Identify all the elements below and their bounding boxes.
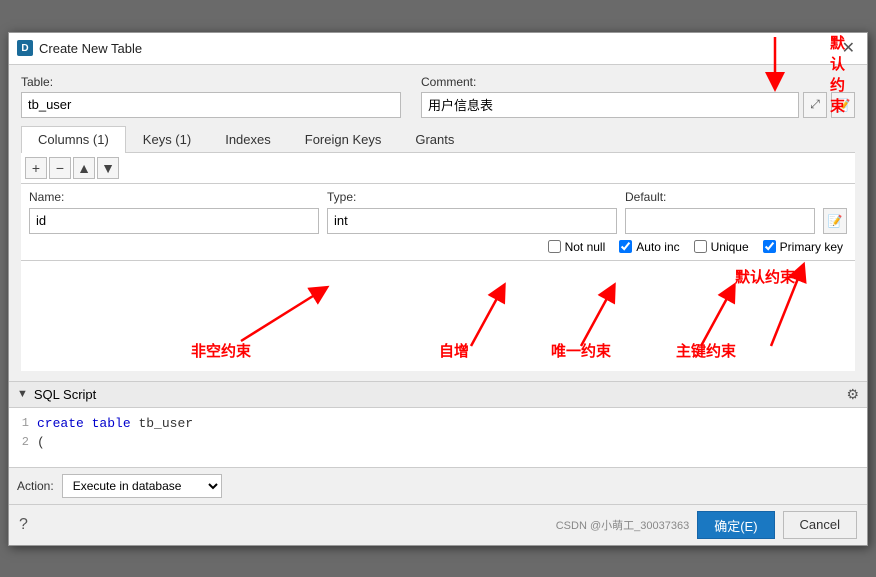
help-icon[interactable]: ? [19, 516, 28, 534]
sql-header: ▼ SQL Script ⚙ [9, 382, 867, 408]
ok-button[interactable]: 确定(E) [697, 511, 774, 539]
table-name-input[interactable] [21, 92, 401, 118]
field-section: Name: Type: Default: 📝 Not null Auto inc [21, 184, 855, 261]
column-default-input[interactable] [625, 208, 815, 234]
checkboxes-row: Not null Auto inc Unique Primary key [29, 240, 847, 254]
comment-label: Comment: [421, 75, 855, 89]
auto-inc-checkbox[interactable] [619, 240, 632, 253]
tab-foreign-keys[interactable]: Foreign Keys [288, 126, 399, 152]
field-inputs: 📝 [29, 208, 847, 234]
primary-key-checkbox[interactable] [763, 240, 776, 253]
sql-open-paren: ( [37, 433, 45, 453]
window-title: Create New Table [39, 41, 142, 56]
comment-note-button[interactable]: 📝 [831, 92, 855, 118]
top-form-row: Table: Comment: ⤢ 📝 默认约束 [21, 75, 855, 118]
fei-kong-label: 非空约束 [191, 340, 251, 361]
action-row: Action: Execute in database Show SQL onl… [9, 468, 867, 505]
watermark: CSDN @小萌工_30037363 [556, 517, 689, 533]
not-null-checkbox-item[interactable]: Not null [548, 240, 606, 254]
tabs: Columns (1) Keys (1) Indexes Foreign Key… [21, 126, 855, 153]
sql-table-name: tb_user [138, 416, 193, 431]
line-num-2: 2 [17, 433, 29, 453]
auto-inc-label: Auto inc [636, 240, 679, 254]
auto-inc-checkbox-item[interactable]: Auto inc [619, 240, 679, 254]
annotation-area: 非空约束 自增 唯一约束 主键约束 默认约束 [21, 261, 855, 371]
app-icon: D [17, 40, 33, 56]
dialog-body: Table: Comment: ⤢ 📝 默认约束 [9, 65, 867, 381]
remove-column-button[interactable]: − [49, 157, 71, 179]
dialog: D Create New Table ✕ Table: Comment: ⤢ 📝 [8, 32, 868, 546]
wei-yi-label: 唯一约束 [551, 340, 611, 361]
footer: ? CSDN @小萌工_30037363 确定(E) Cancel [9, 505, 867, 545]
tab-grants[interactable]: Grants [398, 126, 471, 152]
column-type-input[interactable] [327, 208, 617, 234]
sql-settings-button[interactable]: ⚙ [846, 386, 859, 403]
sql-header-title: SQL Script [34, 387, 96, 402]
default-label: Default: [625, 190, 847, 204]
footer-buttons: CSDN @小萌工_30037363 确定(E) Cancel [556, 511, 857, 539]
not-null-checkbox[interactable] [548, 240, 561, 253]
column-name-input[interactable] [29, 208, 319, 234]
default-note-button[interactable]: 📝 [823, 208, 847, 234]
table-label: Table: [21, 75, 401, 89]
cancel-button[interactable]: Cancel [783, 511, 857, 539]
title-bar: D Create New Table ✕ [9, 33, 867, 65]
move-down-button[interactable]: ▼ [97, 157, 119, 179]
table-name-group: Table: [21, 75, 401, 118]
sql-line-2: 2 ( [17, 433, 859, 453]
action-label: Action: [17, 479, 54, 493]
tab-columns[interactable]: Columns (1) [21, 126, 126, 153]
comment-row: ⤢ 📝 默认约束 [421, 92, 855, 118]
action-select[interactable]: Execute in database Show SQL only [62, 474, 222, 498]
columns-toolbar: + − ▲ ▼ [21, 153, 855, 184]
unique-label: Unique [711, 240, 749, 254]
title-bar-left: D Create New Table [17, 40, 142, 56]
tab-indexes[interactable]: Indexes [208, 126, 288, 152]
comment-group: Comment: ⤢ 📝 默认约束 [421, 75, 855, 118]
close-button[interactable]: ✕ [838, 38, 859, 58]
sql-line-1: 1 create table tb_user [17, 414, 859, 434]
comment-input[interactable] [421, 92, 799, 118]
sql-section: ▼ SQL Script ⚙ 1 create table tb_user 2 … [9, 381, 867, 505]
primary-key-checkbox-item[interactable]: Primary key [763, 240, 843, 254]
not-null-label: Not null [565, 240, 606, 254]
unique-checkbox[interactable] [694, 240, 707, 253]
mo-ren-label: 默认约束 [735, 266, 795, 287]
tab-keys[interactable]: Keys (1) [126, 126, 208, 152]
sql-header-left: ▼ SQL Script [17, 387, 96, 402]
move-up-button[interactable]: ▲ [73, 157, 95, 179]
zi-zeng-label: 自增 [439, 340, 469, 361]
comment-expand-button[interactable]: ⤢ [803, 92, 827, 118]
sql-content: 1 create table tb_user 2 ( [9, 408, 867, 468]
primary-key-label: Primary key [780, 240, 843, 254]
add-column-button[interactable]: + [25, 157, 47, 179]
type-label: Type: [327, 190, 617, 204]
sql-keyword-create: create table [37, 416, 131, 431]
sql-collapse-button[interactable]: ▼ [17, 388, 28, 400]
zhu-jian-label: 主键约束 [676, 340, 736, 361]
line-num-1: 1 [17, 414, 29, 434]
unique-checkbox-item[interactable]: Unique [694, 240, 749, 254]
field-labels: Name: Type: Default: [29, 190, 847, 204]
name-label: Name: [29, 190, 319, 204]
